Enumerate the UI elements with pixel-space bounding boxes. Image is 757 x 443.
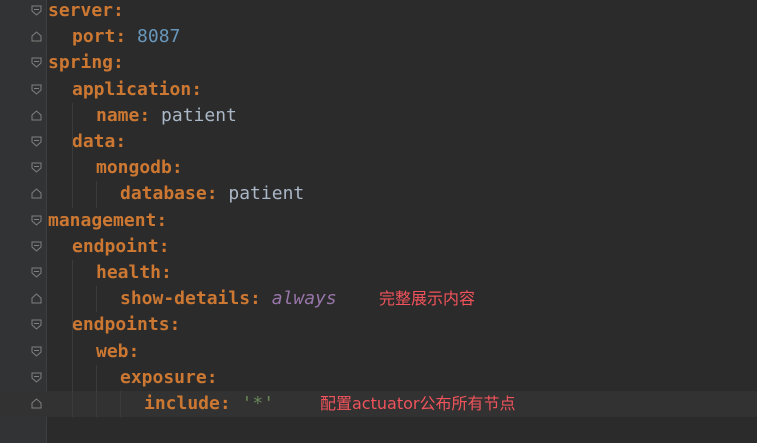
fold-open-icon[interactable] [31, 57, 42, 69]
fold-open-icon[interactable] [31, 84, 42, 95]
fold-open-icon[interactable] [31, 215, 42, 226]
yaml-value: patient [150, 104, 237, 126]
code-line[interactable]: mongodb: [0, 155, 757, 181]
indent-guide [120, 391, 121, 418]
code-line[interactable]: endpoints: [0, 312, 757, 338]
annotation-show-details: 完整展示内容 [379, 289, 476, 308]
code-line[interactable]: application: [0, 77, 757, 103]
fold-end-icon[interactable] [31, 188, 42, 199]
yaml-key: name: [96, 104, 151, 126]
code-line[interactable]: management: [0, 208, 757, 234]
yaml-key: web: [96, 340, 140, 362]
fold-end-icon[interactable] [31, 110, 42, 121]
code-line[interactable]: data: [0, 129, 757, 155]
yaml-value: 8087 [126, 26, 181, 48]
fold-open-icon[interactable] [31, 319, 42, 331]
fold-end-icon[interactable] [31, 31, 42, 42]
fold-open-icon[interactable] [31, 346, 42, 357]
yaml-key: spring: [48, 52, 124, 74]
fold-open-icon[interactable] [31, 136, 42, 147]
annotation-include: 配置actuator公布所有节点 [320, 394, 516, 413]
yaml-key: mongodb: [96, 157, 183, 179]
indent-guide [96, 286, 97, 313]
code-line[interactable]: exposure: [0, 365, 757, 391]
yaml-value: always [260, 288, 337, 310]
yaml-value: '*' [230, 393, 275, 414]
code-line[interactable]: server: [0, 0, 757, 24]
yaml-key: show-details: [120, 288, 261, 310]
yaml-key: data: [72, 131, 127, 152]
fold-open-icon[interactable] [31, 372, 42, 383]
code-line[interactable]: name: patient [0, 103, 757, 129]
yaml-value: patient [217, 183, 305, 205]
yaml-key: endpoint: [72, 235, 170, 257]
fold-open-icon[interactable] [31, 5, 42, 16]
yaml-key: health: [96, 262, 172, 283]
fold-end-icon[interactable] [31, 398, 42, 409]
yaml-editor[interactable]: server: port: 8087 spring: application: name… [0, 0, 757, 443]
fold-open-icon[interactable] [31, 267, 42, 278]
yaml-key: server: [48, 0, 124, 21]
code-line[interactable]: spring: [0, 50, 757, 76]
yaml-key: port: [72, 26, 127, 48]
fold-open-icon[interactable] [31, 241, 42, 252]
yaml-key: exposure: [120, 366, 218, 388]
indent-guide [96, 181, 97, 208]
yaml-key: include: [144, 393, 231, 414]
indent-guide [96, 364, 97, 418]
code-line[interactable]: database: patient [0, 181, 757, 207]
code-line[interactable]: endpoint: [0, 234, 757, 260]
indent-guide [72, 102, 73, 208]
code-line[interactable]: health: [0, 260, 757, 286]
yaml-key: application: [72, 78, 203, 100]
yaml-key: endpoints: [72, 314, 181, 336]
yaml-key: database: [120, 183, 218, 205]
fold-open-icon[interactable] [31, 162, 42, 173]
code-line[interactable]: port: 8087 [0, 24, 757, 50]
code-line[interactable]: web: [0, 339, 757, 365]
indent-guide [72, 260, 73, 418]
yaml-key: management: [48, 209, 168, 231]
fold-end-icon[interactable] [31, 293, 42, 304]
